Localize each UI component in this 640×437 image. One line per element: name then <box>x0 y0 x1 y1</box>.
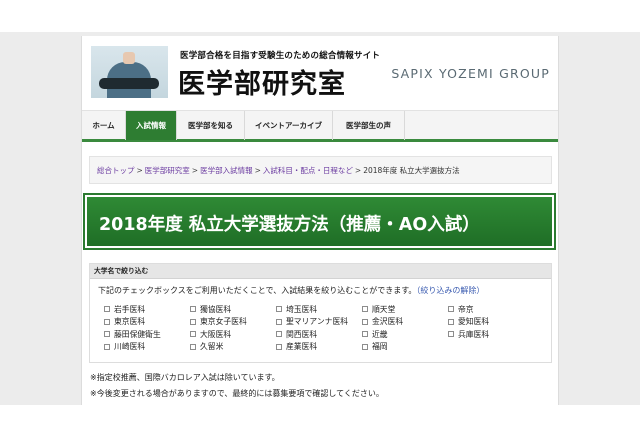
checkbox-dokkyo[interactable]: 獨協医科 <box>190 303 276 316</box>
checkbox-box[interactable] <box>190 331 196 338</box>
checkbox-label: 川崎医科 <box>114 342 146 352</box>
checkbox-st-marianna[interactable]: 聖マリアンナ医科 <box>276 316 362 329</box>
checkbox-iwate[interactable]: 岩手医科 <box>104 303 190 316</box>
nav-exam-info[interactable]: 入試情報 <box>126 111 177 140</box>
checkbox-juntendo[interactable]: 順天堂 <box>362 303 448 316</box>
checkbox-box[interactable] <box>448 331 454 338</box>
header-doctor-photo <box>91 46 168 98</box>
nav-student-voice[interactable]: 医学部生の声 <box>333 111 405 140</box>
checkbox-label: 岩手医科 <box>114 304 146 314</box>
breadcrumb-separator: > <box>354 166 362 175</box>
checkbox-label: 帝京 <box>458 304 474 314</box>
breadcrumb-separator: > <box>254 166 261 175</box>
university-checkbox-grid: 岩手医科 獨協医科 埼玉医科 順天堂 帝京 東京医科 東京女子医科 聖マリアンナ… <box>104 303 544 353</box>
checkbox-box[interactable] <box>104 306 110 313</box>
breadcrumb-link[interactable]: 医学部入試情報 <box>200 166 253 175</box>
checkbox-box[interactable] <box>276 343 282 350</box>
breadcrumb-link[interactable]: 医学部研究室 <box>145 166 190 175</box>
nav-about-med[interactable]: 医学部を知る <box>177 111 245 140</box>
checkbox-label: 大阪医科 <box>200 329 232 339</box>
checkbox-label: 獨協医科 <box>200 304 232 314</box>
checkbox-box[interactable] <box>104 331 110 338</box>
checkbox-box[interactable] <box>104 318 110 325</box>
checkbox-fujita[interactable]: 藤田保健衛生 <box>104 328 190 341</box>
checkbox-label: 東京医科 <box>114 317 146 327</box>
checkbox-box[interactable] <box>190 306 196 313</box>
breadcrumb-trail: 総合トップ > 医学部研究室 > 医学部入試情報 > 入試科目・配点・日程など >2018年度… <box>97 165 460 176</box>
checkbox-kindai[interactable]: 近畿 <box>362 328 448 341</box>
filter-heading: 大学名で絞り込む <box>90 264 551 279</box>
title-banner: 2018年度 私立大学選抜方法（推薦・AO入試） <box>83 193 556 250</box>
site-header: 医学部合格を目指す受験生のための総合情報サイト 医学部研究室 SAPIX YOZ… <box>82 36 558 104</box>
breadcrumb: 総合トップ > 医学部研究室 > 医学部入試情報 > 入試科目・配点・日程など >2018年度… <box>89 156 552 184</box>
checkbox-box[interactable] <box>362 331 368 338</box>
filter-description: 下記のチェックボックスをご利用いただくことで、入試結果を絞り込むことができます。… <box>98 285 484 296</box>
checkbox-label: 東京女子医科 <box>200 317 247 327</box>
checkbox-label: 久留米 <box>200 342 224 352</box>
university-filter: 大学名で絞り込む 下記のチェックボックスをご利用いただくことで、入試結果を絞り込… <box>89 263 552 363</box>
checkbox-saitama[interactable]: 埼玉医科 <box>276 303 362 316</box>
nav-home[interactable]: ホーム <box>82 111 126 140</box>
checkbox-teikyo[interactable]: 帝京 <box>448 303 534 316</box>
checkbox-tokyo-women[interactable]: 東京女子医科 <box>190 316 276 329</box>
checkbox-label: 藤田保健衛生 <box>114 329 161 339</box>
site-tagline: 医学部合格を目指す受験生のための総合情報サイト <box>180 51 381 61</box>
checkbox-label: 福岡 <box>372 342 388 352</box>
checkbox-box[interactable] <box>190 343 196 350</box>
checkbox-tokyo-med[interactable]: 東京医科 <box>104 316 190 329</box>
checkbox-label: 関西医科 <box>286 329 318 339</box>
photo-crossed-arms <box>99 78 159 89</box>
group-logo[interactable]: SAPIX YOZEMI GROUP <box>391 66 550 81</box>
breadcrumb-separator: > <box>136 166 143 175</box>
breadcrumb-link[interactable]: 総合トップ <box>97 166 135 175</box>
checkbox-box[interactable] <box>448 306 454 313</box>
checkbox-label: 近畿 <box>372 329 388 339</box>
checkbox-label: 産業医科 <box>286 342 318 352</box>
note-changes: ※今後変更される場合がありますので、最終的には募集要項で確認してください。 <box>90 389 384 398</box>
checkbox-label: 金沢医科 <box>372 317 404 327</box>
checkbox-label: 兵庫医科 <box>458 329 490 339</box>
checkbox-osaka-med[interactable]: 大阪医科 <box>190 328 276 341</box>
nav-event-archive[interactable]: イベントアーカイブ <box>245 111 333 140</box>
checkbox-box[interactable] <box>276 318 282 325</box>
page-container: 医学部合格を目指す受験生のための総合情報サイト 医学部研究室 SAPIX YOZ… <box>81 36 559 405</box>
checkbox-aichi[interactable]: 愛知医科 <box>448 316 534 329</box>
checkbox-hyogo[interactable]: 兵庫医科 <box>448 328 534 341</box>
checkbox-kanazawa[interactable]: 金沢医科 <box>362 316 448 329</box>
checkbox-box[interactable] <box>448 318 454 325</box>
breadcrumb-link[interactable]: 入試科目・配点・日程など <box>263 166 353 175</box>
checkbox-box[interactable] <box>190 318 196 325</box>
filter-reset-link[interactable]: （絞り込みの解除） <box>416 286 484 295</box>
checkbox-box[interactable] <box>362 318 368 325</box>
checkbox-label: 愛知医科 <box>458 317 490 327</box>
checkbox-label: 埼玉医科 <box>286 304 318 314</box>
checkbox-kansai[interactable]: 関西医科 <box>276 328 362 341</box>
page-title: 2018年度 私立大学選抜方法（推薦・AO入試） <box>99 215 480 235</box>
checkbox-kurume[interactable]: 久留米 <box>190 341 276 354</box>
checkbox-kawasaki[interactable]: 川崎医科 <box>104 341 190 354</box>
main-nav: ホーム 入試情報 医学部を知る イベントアーカイブ 医学部生の声 <box>82 110 558 142</box>
site-logo[interactable]: 医学部研究室 <box>178 62 346 101</box>
checkbox-label: 聖マリアンナ医科 <box>286 317 349 327</box>
note-exclusions: ※指定校推薦、国際バカロレア入試は除いています。 <box>90 373 280 382</box>
photo-neck <box>123 52 135 64</box>
checkbox-box[interactable] <box>276 331 282 338</box>
checkbox-sangyo[interactable]: 産業医科 <box>276 341 362 354</box>
checkbox-box[interactable] <box>104 343 110 350</box>
checkbox-box[interactable] <box>276 306 282 313</box>
checkbox-fukuoka[interactable]: 福岡 <box>362 341 448 354</box>
breadcrumb-current: 2018年度 私立大学選抜方法 <box>363 166 460 175</box>
checkbox-box[interactable] <box>362 343 368 350</box>
checkbox-label: 順天堂 <box>372 304 396 314</box>
filter-description-text: 下記のチェックボックスをご利用いただくことで、入試結果を絞り込むことができます。 <box>98 286 417 295</box>
breadcrumb-separator: > <box>191 166 199 175</box>
checkbox-box[interactable] <box>362 306 368 313</box>
